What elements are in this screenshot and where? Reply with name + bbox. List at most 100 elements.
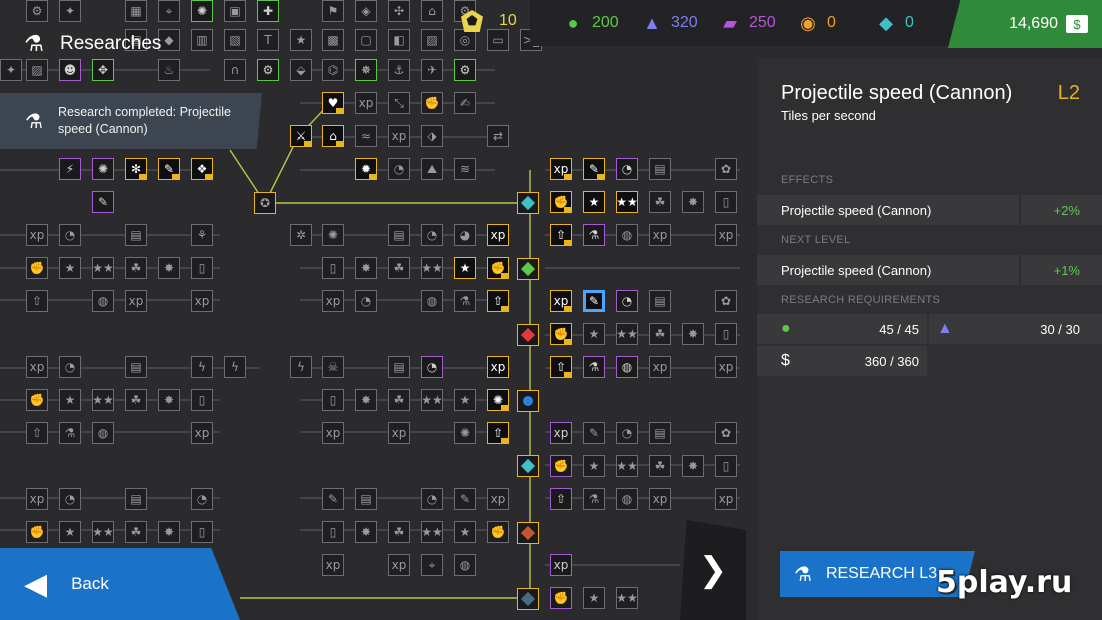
research-node[interactable]: ★ [290, 29, 312, 51]
research-node[interactable]: ✸ [682, 323, 704, 345]
research-node[interactable]: ◔ [191, 488, 213, 510]
research-node[interactable]: ✸ [355, 521, 377, 543]
research-node[interactable]: xp [322, 422, 344, 444]
research-node-completed[interactable]: ✹ [355, 158, 377, 180]
research-node-completed[interactable]: ✎ [583, 158, 605, 180]
research-node-completed[interactable]: xp [550, 290, 572, 312]
research-node[interactable]: ◔ [616, 290, 638, 312]
research-node[interactable]: ☘ [649, 323, 671, 345]
research-node[interactable]: T [257, 29, 279, 51]
research-hub-node[interactable] [517, 258, 539, 280]
research-node-completed[interactable]: ★ [583, 191, 605, 213]
research-node[interactable]: ★ [59, 521, 81, 543]
research-node[interactable]: ✊ [26, 521, 48, 543]
research-node[interactable]: ▤ [125, 224, 147, 246]
research-node[interactable]: xp [26, 356, 48, 378]
research-node[interactable]: ☘ [649, 191, 671, 213]
research-node[interactable]: ⇧ [26, 290, 48, 312]
research-node-completed[interactable]: ✺ [487, 389, 509, 411]
research-node[interactable]: xp [322, 290, 344, 312]
research-node[interactable]: ☘ [125, 389, 147, 411]
research-node[interactable]: ▨ [421, 29, 443, 51]
research-node[interactable]: ✲ [290, 224, 312, 246]
research-node[interactable]: xp [550, 422, 572, 444]
research-node-completed[interactable]: ⚔ [290, 125, 312, 147]
research-node[interactable]: ☘ [125, 257, 147, 279]
research-node-completed[interactable]: ⌂ [322, 125, 344, 147]
research-node-completed[interactable]: ♥ [322, 92, 344, 114]
research-node[interactable]: ★★ [421, 257, 443, 279]
research-node[interactable]: xp [26, 224, 48, 246]
research-node-completed[interactable]: ✊ [487, 257, 509, 279]
research-node[interactable]: ★★ [92, 521, 114, 543]
research-node[interactable]: ◔ [616, 422, 638, 444]
research-node[interactable]: ◍ [616, 224, 638, 246]
research-node[interactable]: ✎ [454, 488, 476, 510]
research-node[interactable]: ✸ [158, 389, 180, 411]
research-hub-node[interactable]: ✪ [254, 192, 276, 214]
research-node[interactable]: ♨ [158, 59, 180, 81]
research-node[interactable]: xp [388, 422, 410, 444]
next-page-button[interactable]: ❯ [680, 520, 746, 620]
research-node[interactable]: ★★ [421, 389, 443, 411]
back-button[interactable]: ◀ Back [0, 548, 240, 620]
research-node-completed[interactable]: ✊ [550, 191, 572, 213]
research-hub-node[interactable] [517, 324, 539, 346]
research-node[interactable]: ▤ [649, 158, 671, 180]
research-node[interactable]: ✸ [158, 257, 180, 279]
research-node[interactable]: ✈ [421, 59, 443, 81]
research-node[interactable]: ▯ [191, 521, 213, 543]
research-hub-node[interactable] [517, 522, 539, 544]
research-node[interactable]: xp [355, 92, 377, 114]
research-node-selected[interactable]: ✎ [583, 290, 605, 312]
research-node[interactable]: ≋ [454, 158, 476, 180]
research-node[interactable]: ◔ [421, 224, 443, 246]
research-node[interactable]: ▩ [322, 29, 344, 51]
research-node[interactable]: ⬗ [421, 125, 443, 147]
research-node[interactable]: ☘ [649, 455, 671, 477]
research-node-completed[interactable]: ⇧ [550, 356, 572, 378]
research-node[interactable]: ✎ [583, 422, 605, 444]
research-node[interactable]: xp [125, 290, 147, 312]
research-node[interactable]: xp [26, 488, 48, 510]
research-node[interactable]: ▤ [649, 290, 671, 312]
research-node[interactable]: ✎ [322, 488, 344, 510]
research-node[interactable]: ⚗ [454, 290, 476, 312]
research-node[interactable]: ✺ [322, 224, 344, 246]
research-node[interactable]: ▨ [26, 59, 48, 81]
research-node[interactable]: ▯ [715, 191, 737, 213]
research-node[interactable]: ✊ [26, 257, 48, 279]
research-node[interactable]: ★★ [421, 521, 443, 543]
research-node[interactable]: ◎ [454, 29, 476, 51]
research-node[interactable]: ▣ [224, 0, 246, 22]
research-node[interactable]: xp [649, 224, 671, 246]
research-node[interactable]: xp [715, 356, 737, 378]
research-node[interactable]: xp [388, 125, 410, 147]
research-node[interactable]: ◍ [92, 422, 114, 444]
research-node[interactable]: ✿ [715, 290, 737, 312]
research-node[interactable]: ▤ [125, 356, 147, 378]
research-node[interactable]: ◈ [355, 0, 377, 22]
research-node[interactable]: ◔ [59, 224, 81, 246]
research-node[interactable]: ◧ [388, 29, 410, 51]
research-node[interactable]: ▯ [715, 323, 737, 345]
research-node[interactable]: ▤ [649, 422, 671, 444]
research-node[interactable]: ☻ [59, 59, 81, 81]
research-node[interactable]: ≈ [355, 125, 377, 147]
research-node[interactable]: ⚗ [583, 488, 605, 510]
research-node-completed[interactable]: ⇧ [550, 224, 572, 246]
research-node[interactable]: ◔ [616, 158, 638, 180]
research-node[interactable]: ▯ [191, 389, 213, 411]
research-node[interactable]: ⚙ [26, 0, 48, 22]
research-node[interactable]: ✸ [682, 191, 704, 213]
research-node[interactable]: ✣ [388, 0, 410, 22]
research-node[interactable]: ⚘ [191, 224, 213, 246]
research-node[interactable]: ✺ [191, 0, 213, 22]
research-hub-node[interactable] [517, 455, 539, 477]
research-node[interactable]: ✸ [682, 455, 704, 477]
research-node[interactable]: ⚙ [257, 59, 279, 81]
research-node[interactable]: ◍ [616, 488, 638, 510]
research-node[interactable]: xp [487, 488, 509, 510]
research-node-completed[interactable]: ⇧ [487, 422, 509, 444]
research-node[interactable]: ✸ [355, 257, 377, 279]
